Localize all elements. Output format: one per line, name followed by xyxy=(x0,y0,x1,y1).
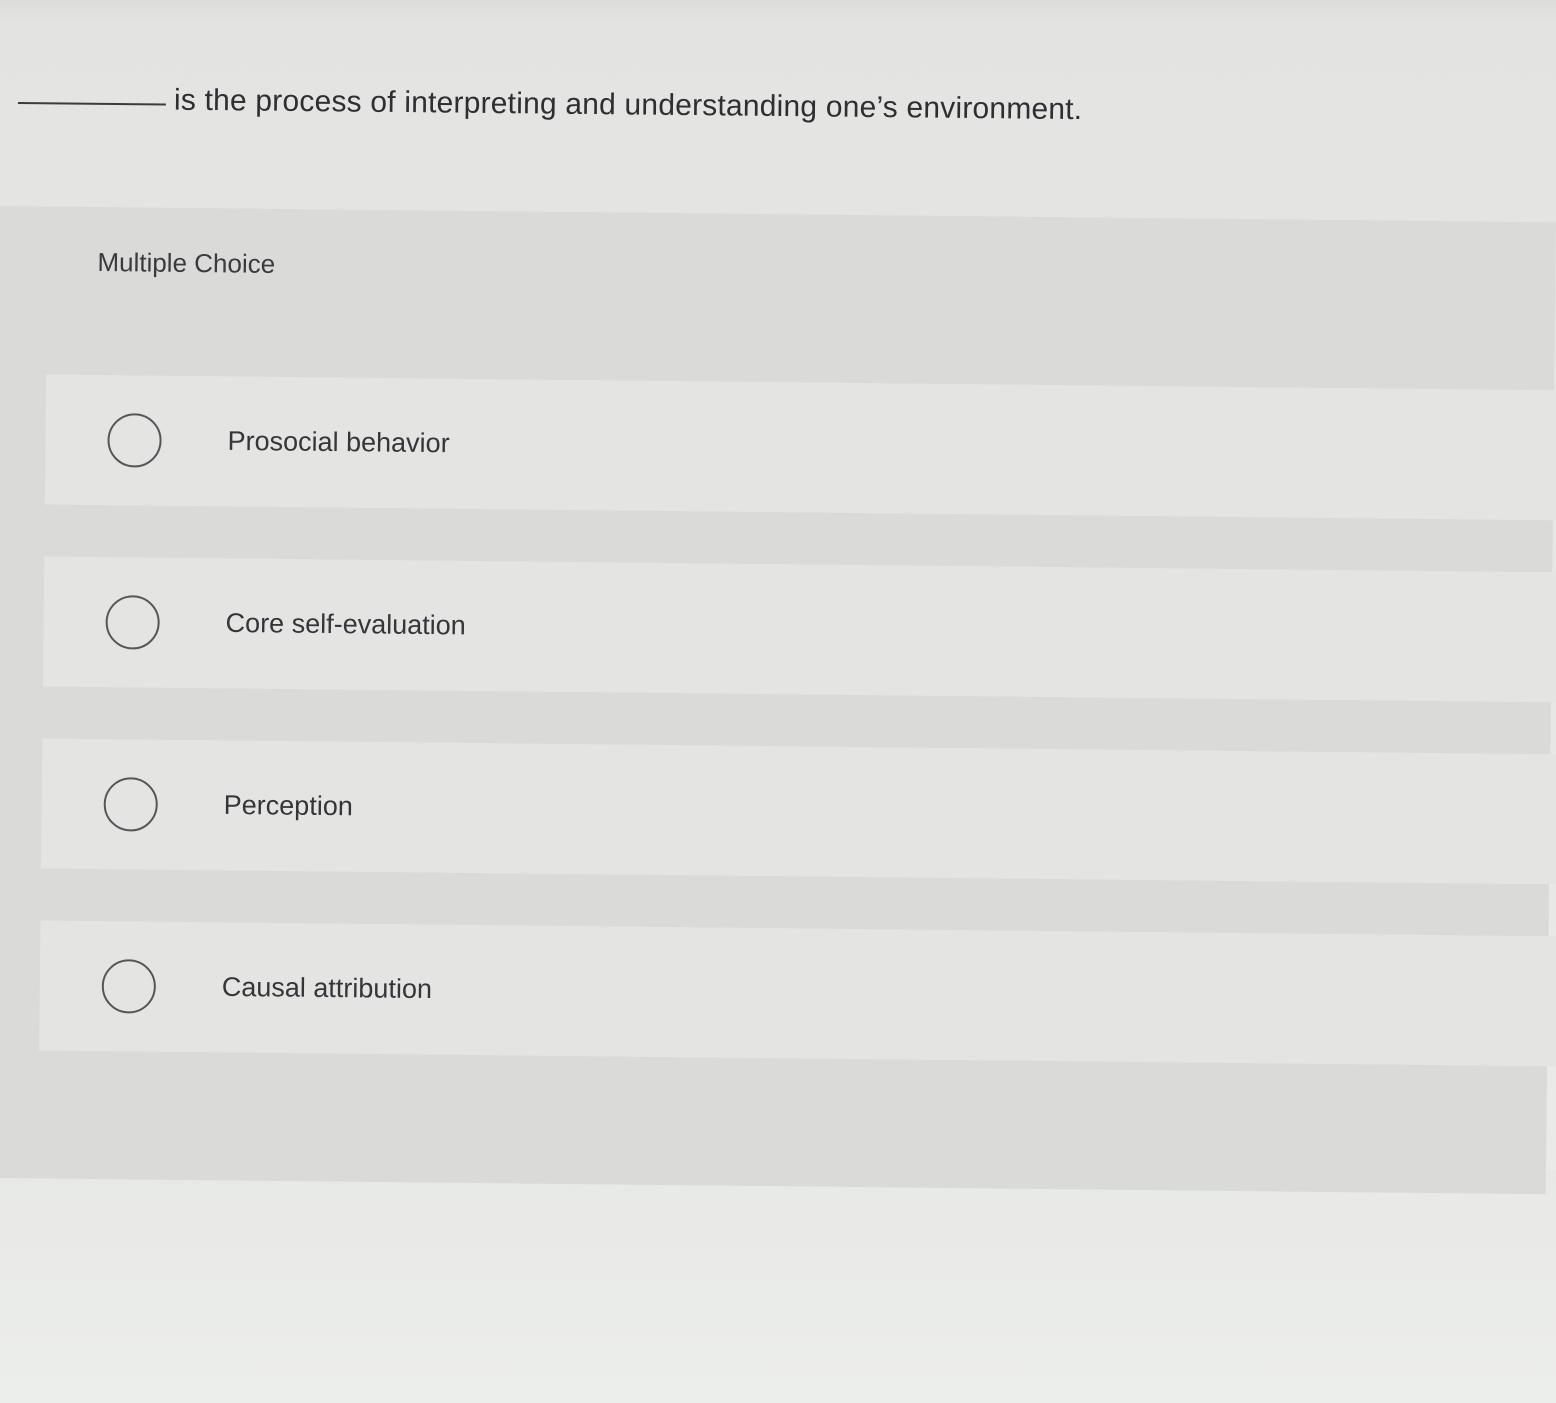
option-label: Causal attribution xyxy=(221,971,433,1005)
answer-options: Prosocial behavior Core self-evaluation … xyxy=(39,374,1556,1118)
option-perception[interactable]: Perception xyxy=(41,738,1556,885)
radio-button-icon[interactable] xyxy=(107,413,162,468)
question-prompt: is the process of interpreting and under… xyxy=(17,66,1519,142)
option-label: Core self-evaluation xyxy=(225,607,466,641)
multiple-choice-panel: Multiple Choice Prosocial behavior Core … xyxy=(0,206,1556,1195)
radio-button-icon[interactable] xyxy=(103,777,159,832)
option-label: Perception xyxy=(223,789,353,822)
question-text: is the process of interpreting and under… xyxy=(173,83,1083,127)
option-label: Prosocial behavior xyxy=(227,425,450,459)
option-core-self-evaluation[interactable]: Core self-evaluation xyxy=(42,556,1556,703)
option-causal-attribution[interactable]: Causal attribution xyxy=(39,920,1556,1067)
top-rule xyxy=(0,0,1556,22)
radio-button-icon[interactable] xyxy=(105,595,160,650)
radio-button-icon[interactable] xyxy=(101,959,157,1014)
page-background-lower xyxy=(0,1170,1556,1403)
fill-in-blank xyxy=(17,101,166,106)
option-prosocial-behavior[interactable]: Prosocial behavior xyxy=(44,374,1556,521)
section-header: Multiple Choice xyxy=(97,247,276,279)
